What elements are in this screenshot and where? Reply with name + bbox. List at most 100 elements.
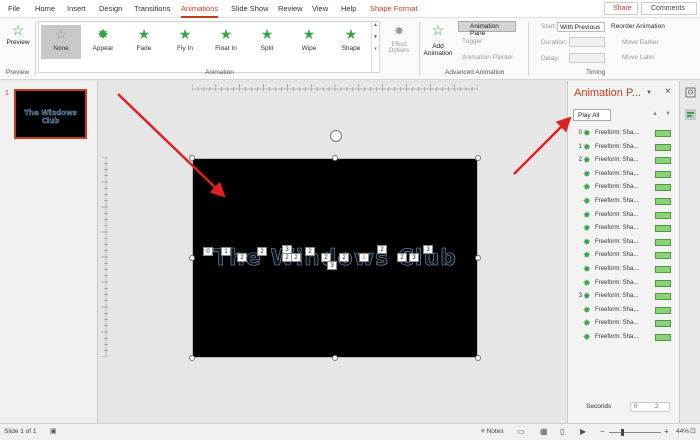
timing-bar[interactable]	[655, 252, 671, 260]
design-ideas-icon[interactable]	[685, 87, 696, 98]
menu-shape-format[interactable]: Shape Format	[370, 4, 418, 13]
pane-options-icon[interactable]: ▼	[646, 90, 652, 96]
animation-list-item[interactable]: ✸ Freeform: Sha...	[574, 237, 674, 249]
animation-list-item[interactable]: ✸ Freeform: Sha...	[574, 264, 674, 276]
animation-list-item[interactable]: ✸ Freeform: Sha...	[574, 332, 674, 344]
zoom-slider[interactable]	[609, 429, 661, 436]
resize-handle[interactable]	[475, 255, 481, 261]
gallery-scroll[interactable]: ▲ ▼ ▾	[371, 22, 379, 72]
resize-handle[interactable]	[189, 355, 195, 361]
menu-view[interactable]: View	[312, 4, 328, 13]
timing-bar[interactable]	[655, 157, 671, 165]
anim-wipe[interactable]: ★ Wipe	[289, 25, 329, 59]
animation-list-item[interactable]: ✸ Freeform: Sha...	[574, 278, 674, 290]
share-button[interactable]: Share	[604, 2, 638, 15]
rotation-handle[interactable]	[330, 130, 342, 142]
spelling-icon[interactable]: ▣	[50, 427, 57, 435]
anim-fade[interactable]: ★ Fade	[124, 25, 164, 59]
timing-bar[interactable]	[655, 266, 671, 273]
animation-tag[interactable]: 2	[359, 253, 369, 262]
anim-split[interactable]: ★ Split	[247, 25, 287, 59]
normal-view-icon[interactable]: ▭	[517, 427, 525, 436]
timing-bar[interactable]	[655, 238, 671, 246]
slide-canvas[interactable]: The Windows Club 0 1 2 2 3 2 2 2 2 2 3 2…	[192, 158, 478, 358]
effect-options-button[interactable]: ✸ Effect Options	[384, 24, 414, 54]
move-earlier-button[interactable]: Move Earlier	[622, 39, 658, 46]
animation-list-item[interactable]: ✸ Freeform: Sha...	[574, 318, 674, 330]
resize-handle[interactable]	[475, 355, 481, 361]
animation-list-item[interactable]: 1 ✸ Freeform: Sha...	[574, 142, 674, 154]
slide-thumbnail[interactable]: The Windows Club	[14, 89, 87, 139]
anim-float-in[interactable]: ★ Float In	[206, 25, 246, 59]
anim-shape[interactable]: ★ Shape	[331, 25, 371, 59]
animation-pane-button[interactable]: Animation Pane	[458, 21, 516, 37]
menu-review[interactable]: Review	[278, 4, 303, 13]
timing-bar[interactable]	[655, 320, 671, 328]
duration-input[interactable]	[569, 37, 605, 47]
menu-animations[interactable]: Animations	[181, 4, 219, 18]
animation-tag[interactable]: 2	[339, 253, 349, 262]
animation-list-item[interactable]: 2 ✸ Freeform: Sha...	[574, 155, 674, 167]
anim-fly-in[interactable]: ★ Fly In	[165, 25, 205, 59]
seconds-dropdown[interactable]: Seconds	[586, 403, 611, 410]
animation-tag[interactable]: 0	[203, 247, 213, 256]
menu-help[interactable]: Help	[341, 4, 356, 13]
animation-tag[interactable]: 3	[423, 245, 433, 254]
timing-bar[interactable]	[655, 279, 671, 287]
menu-slide-show[interactable]: Slide Show	[231, 4, 269, 13]
resize-handle[interactable]	[332, 355, 338, 361]
move-down-icon[interactable]: ▼	[665, 111, 671, 117]
timing-bar[interactable]	[655, 334, 671, 341]
play-all-button[interactable]: Play All	[573, 109, 611, 121]
zoom-slider-thumb[interactable]	[621, 429, 624, 436]
move-later-button[interactable]: Move Later	[622, 54, 655, 61]
anim-appear[interactable]: ✸ Appear	[83, 25, 123, 59]
animation-pane-icon[interactable]	[685, 109, 696, 120]
menu-insert[interactable]: Insert	[67, 4, 86, 13]
zoom-out-icon[interactable]: −	[600, 427, 605, 436]
timing-bar[interactable]	[655, 211, 671, 219]
pane-close-icon[interactable]: ×	[665, 86, 671, 97]
resize-handle[interactable]	[475, 155, 481, 161]
slide-sorter-icon[interactable]: ▦	[540, 427, 548, 436]
animation-list-item[interactable]: ✸ Freeform: Sha...	[574, 210, 674, 222]
animation-tag[interactable]: 2	[291, 253, 301, 262]
animation-list-item[interactable]: ✸ Freeform: Sha...	[574, 169, 674, 181]
timing-bar[interactable]	[655, 143, 671, 151]
menu-home[interactable]: Home	[35, 4, 55, 13]
zoom-in-icon[interactable]: +	[664, 427, 669, 436]
menu-file[interactable]: File	[8, 4, 20, 13]
zoom-percentage[interactable]: 44%	[676, 428, 689, 435]
animation-tag[interactable]: 2	[305, 247, 315, 256]
timeline-scale[interactable]: 0 2	[630, 402, 670, 412]
animation-list-item[interactable]: 3 ✸ Freeform: Sha...	[574, 291, 674, 303]
resize-handle[interactable]	[189, 255, 195, 261]
animation-list-item[interactable]: 0 ✸ Freeform: Sha...	[574, 128, 674, 140]
timing-bar[interactable]	[655, 225, 671, 233]
animation-tag[interactable]: 2	[257, 247, 267, 256]
timing-bar[interactable]	[655, 306, 671, 314]
resize-handle[interactable]	[189, 155, 195, 161]
animation-list-item[interactable]: ✸ Freeform: Sha...	[574, 250, 674, 262]
notes-button[interactable]: ≡ Notes	[481, 428, 504, 435]
timing-bar[interactable]	[655, 130, 671, 137]
menu-design[interactable]: Design	[99, 4, 122, 13]
slideshow-icon[interactable]: ▶	[580, 427, 586, 436]
animation-painter-button[interactable]: Animation Painter	[462, 54, 513, 61]
fit-slide-icon[interactable]: ⊡	[690, 427, 696, 435]
preview-button[interactable]: ☆ Preview	[4, 22, 32, 62]
start-select[interactable]: With Previous	[557, 22, 605, 32]
timing-bar[interactable]	[655, 293, 671, 301]
animation-tag[interactable]: 3	[409, 253, 419, 262]
move-up-icon[interactable]: ▲	[652, 111, 658, 117]
animation-tag[interactable]: 2	[237, 253, 247, 262]
animation-tag[interactable]: 3	[327, 261, 337, 270]
animation-tag[interactable]: 2	[377, 245, 387, 254]
menu-transitions[interactable]: Transitions	[134, 4, 170, 13]
timing-bar[interactable]	[655, 198, 671, 205]
animation-list-item[interactable]: ✸ Freeform: Sha...	[574, 305, 674, 317]
trigger-button[interactable]: Trigger	[462, 38, 482, 45]
add-animation-button[interactable]: ☆ Add Animation	[421, 22, 455, 57]
animation-tag[interactable]: 2	[397, 253, 407, 262]
animation-tag[interactable]: 1	[221, 247, 231, 256]
